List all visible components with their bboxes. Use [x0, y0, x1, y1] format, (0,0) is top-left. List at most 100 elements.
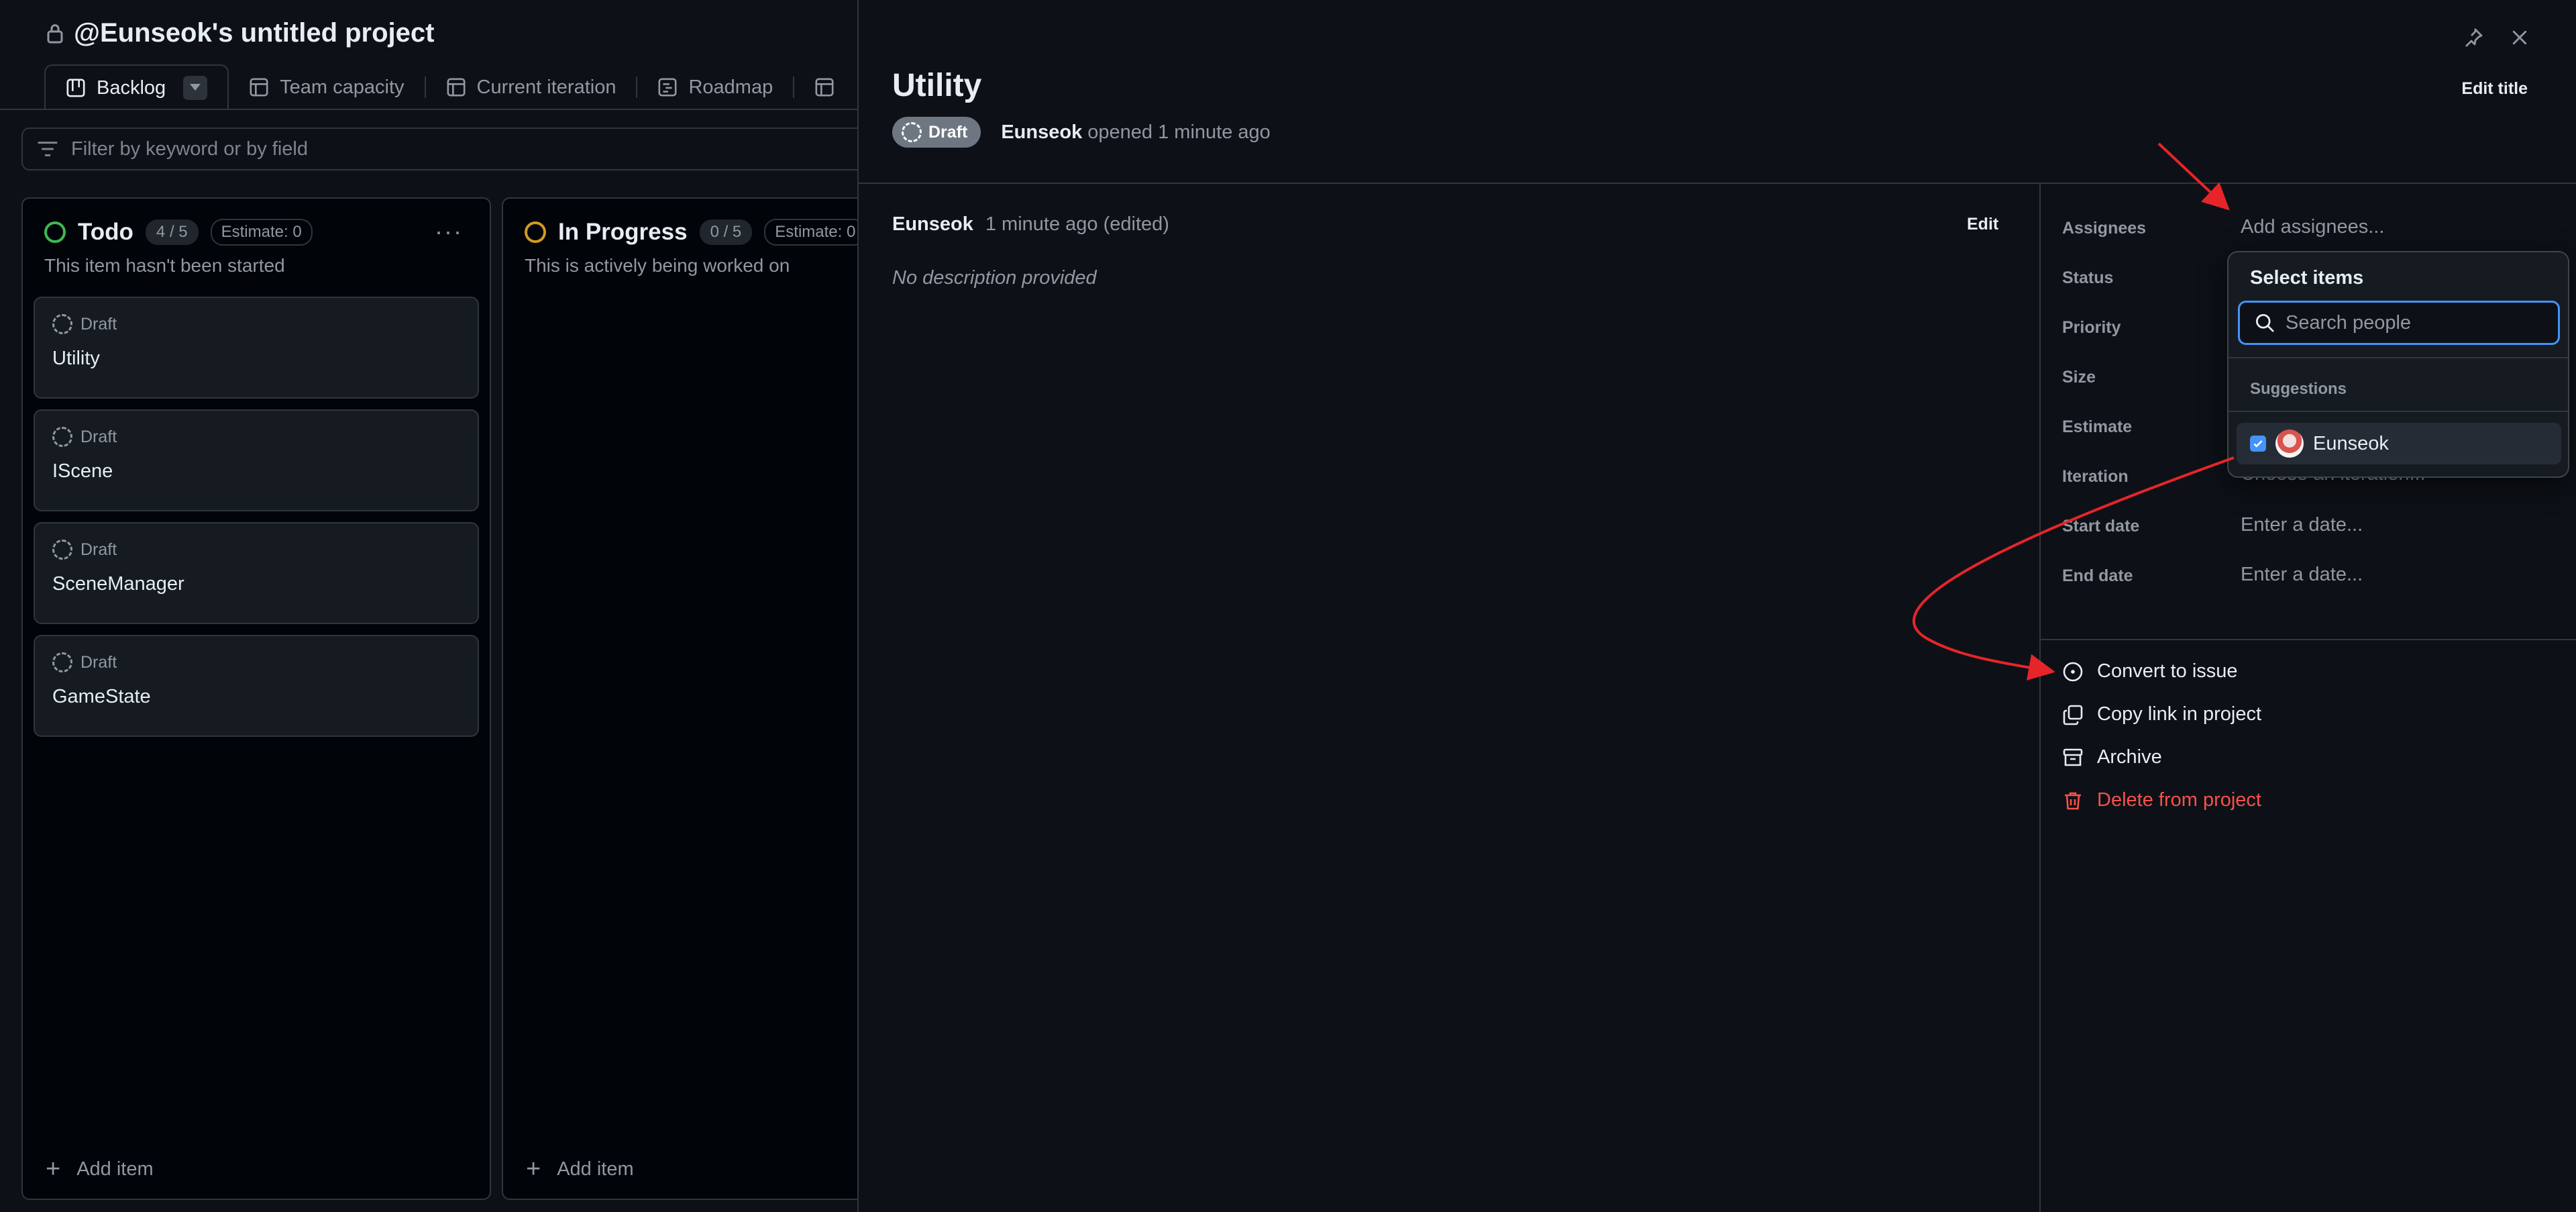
- field-value-assignees[interactable]: Add assignees...: [2241, 216, 2384, 238]
- card-status: Draft: [52, 540, 117, 560]
- lock-icon: [47, 24, 63, 44]
- item-side-panel: Utility Edit title Draft Eunseok opened …: [857, 0, 2576, 1212]
- tab-label: Backlog: [97, 77, 166, 99]
- roadmap-icon: [658, 78, 677, 97]
- suggestion-item[interactable]: Eunseok: [2237, 423, 2561, 464]
- tab-backlog[interactable]: Backlog: [44, 64, 229, 110]
- field-value-start-date[interactable]: Enter a date...: [2241, 514, 2363, 536]
- trash-icon: [2065, 792, 2081, 809]
- field-label-assignees: Assignees: [2062, 219, 2147, 238]
- plus-icon: +: [46, 1155, 61, 1183]
- search-icon: [2255, 313, 2274, 332]
- column-header: In Progress 0 / 5 Estimate: 0: [525, 219, 867, 246]
- field-label-status: Status: [2062, 268, 2114, 287]
- edit-comment-button[interactable]: Edit: [1967, 215, 1998, 234]
- convert-to-issue-button[interactable]: Convert to issue: [2062, 660, 2238, 683]
- column-description: This item hasn't been started: [44, 255, 285, 276]
- suggestion-name: Eunseok: [2313, 432, 2389, 454]
- column-description: This is actively being worked on: [525, 255, 790, 276]
- status-circle-icon: [44, 221, 66, 243]
- tab-label: Current iteration: [476, 76, 616, 98]
- add-item-button[interactable]: + Add item: [46, 1155, 154, 1184]
- tab-current-iteration[interactable]: Current iteration: [426, 64, 637, 110]
- field-label-estimate: Estimate: [2062, 417, 2133, 436]
- tab-roadmap[interactable]: Roadmap: [637, 64, 793, 110]
- panel-column-divider: [2039, 184, 2041, 1212]
- project-title: @Eunseok's untitled project: [74, 17, 435, 48]
- view-options-button[interactable]: [183, 76, 208, 100]
- field-label-start-date: Start date: [2062, 517, 2140, 536]
- edit-title-button[interactable]: Edit title: [2461, 79, 2528, 99]
- assignee-picker: Select items Suggestions Eunseok: [2227, 251, 2569, 478]
- tab-team-capacity[interactable]: Team capacity: [229, 64, 424, 110]
- card-status-label: Draft: [80, 540, 117, 559]
- column-name: Todo: [78, 219, 133, 245]
- pin-icon[interactable]: [2462, 27, 2483, 48]
- tab-more[interactable]: [794, 64, 855, 110]
- search-people-field[interactable]: [2238, 301, 2560, 345]
- checkbox-checked[interactable]: [2250, 436, 2266, 452]
- draft-icon: [52, 427, 72, 447]
- draft-icon: [52, 540, 72, 560]
- card-title[interactable]: GameState: [52, 686, 151, 708]
- item-author[interactable]: Eunseok: [1001, 121, 1082, 143]
- suggestions-heading: Suggestions: [2250, 380, 2347, 398]
- table-icon: [447, 78, 466, 97]
- archive-icon: [2063, 748, 2083, 766]
- picker-divider: [2229, 411, 2568, 412]
- card-title[interactable]: Utility: [52, 348, 100, 370]
- field-label-priority: Priority: [2062, 318, 2121, 337]
- filter-bar[interactable]: Filter by keyword or by field: [21, 128, 867, 170]
- estimate-badge: Estimate: 0: [764, 219, 867, 246]
- draft-pill-label: Draft: [928, 122, 968, 142]
- panel-divider: [859, 183, 2576, 184]
- card-status: Draft: [52, 652, 117, 672]
- status-circle-icon: [525, 221, 546, 243]
- add-item-label: Add item: [557, 1158, 634, 1180]
- action-label: Copy link in project: [2097, 703, 2261, 725]
- board-card[interactable]: Draft Utility: [34, 297, 479, 399]
- field-label-end-date: End date: [2062, 566, 2133, 585]
- card-status-label: Draft: [80, 427, 117, 446]
- tab-label: Team capacity: [280, 76, 405, 98]
- archive-button[interactable]: Archive: [2062, 746, 2162, 768]
- delete-from-project-button[interactable]: Delete from project: [2062, 789, 2261, 811]
- item-title: Utility: [892, 68, 982, 103]
- project-header: @Eunseok's untitled project: [46, 15, 434, 51]
- filter-icon: [38, 142, 58, 156]
- field-label-iteration: Iteration: [2062, 467, 2129, 486]
- copy-icon: [2063, 705, 2083, 725]
- item-count-badge: 4 / 5: [145, 219, 199, 245]
- card-title[interactable]: IScene: [52, 460, 113, 483]
- item-meta: Draft Eunseok opened 1 minute ago: [892, 117, 1271, 148]
- comment-author[interactable]: Eunseok: [892, 213, 973, 236]
- board-card[interactable]: Draft SceneManager: [34, 522, 479, 624]
- board-icon: [66, 79, 85, 97]
- card-title[interactable]: SceneManager: [52, 573, 184, 595]
- column-menu-button[interactable]: ···: [435, 217, 463, 246]
- field-label-size: Size: [2062, 368, 2096, 387]
- draft-status-pill: Draft: [892, 117, 981, 148]
- close-icon[interactable]: [2510, 28, 2529, 47]
- board-card[interactable]: Draft IScene: [34, 409, 479, 511]
- panel-header-actions: [2462, 27, 2529, 48]
- actions-divider: [2041, 639, 2576, 640]
- table-icon: [815, 78, 834, 97]
- action-label: Archive: [2097, 746, 2162, 768]
- column-header: Todo 4 / 5 Estimate: 0: [44, 219, 313, 246]
- field-value-end-date[interactable]: Enter a date...: [2241, 564, 2363, 586]
- view-tabs: Backlog Team capacity Current iteration …: [44, 64, 855, 110]
- board-card[interactable]: Draft GameState: [34, 635, 479, 737]
- header-divider: [0, 109, 859, 110]
- card-status-label: Draft: [80, 314, 117, 334]
- action-label: Convert to issue: [2097, 660, 2238, 682]
- add-item-button[interactable]: + Add item: [526, 1155, 634, 1184]
- issue-circle-icon: [2063, 662, 2083, 681]
- column-name: In Progress: [558, 219, 688, 245]
- filter-placeholder: Filter by keyword or by field: [71, 138, 308, 160]
- item-count-badge: 0 / 5: [699, 219, 753, 245]
- search-people-input[interactable]: [2286, 311, 2540, 334]
- card-status: Draft: [52, 314, 117, 334]
- copy-link-button[interactable]: Copy link in project: [2062, 703, 2261, 725]
- draft-icon: [902, 122, 922, 142]
